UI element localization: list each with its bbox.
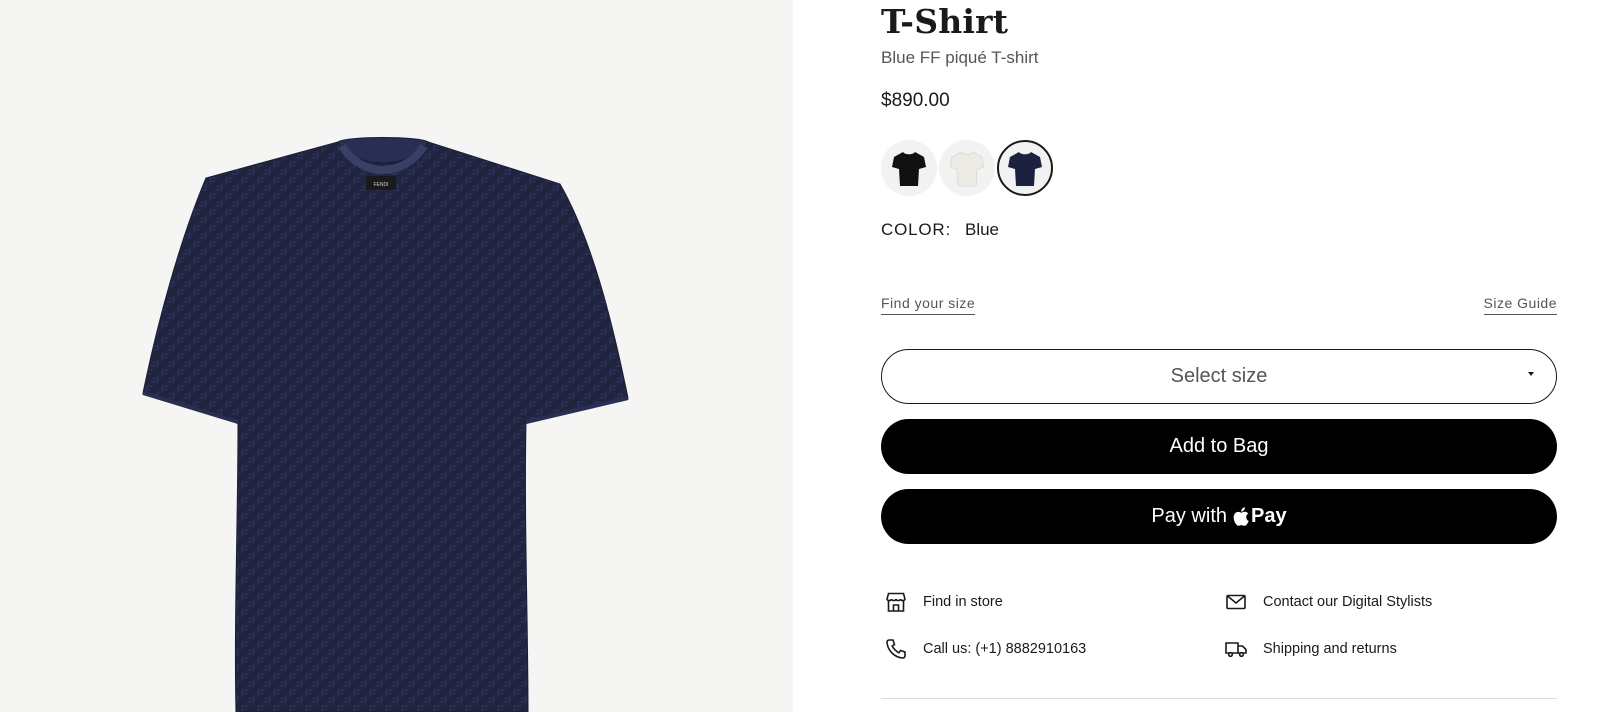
truck-icon (1223, 636, 1249, 662)
call-us-link[interactable]: Call us: (+1) 8882910163 (883, 636, 1086, 662)
size-guide-link[interactable]: Size Guide (1483, 295, 1557, 315)
call-us-label: Call us: (+1) 8882910163 (923, 641, 1087, 657)
add-to-bag-label: Add to Bag (1169, 435, 1269, 457)
product-subtitle: Blue FF piqué T-shirt (881, 48, 1039, 67)
color-label: COLOR: (881, 220, 951, 239)
find-your-size-link[interactable]: Find your size (881, 295, 976, 315)
color-selection: COLOR: Blue (881, 220, 999, 240)
product-info-panel: T-Shirt Blue FF piqué T-shirt $890.00 CO… (881, 0, 1557, 712)
tshirt-black-thumbnail (892, 152, 926, 186)
swatch-blue[interactable] (997, 140, 1053, 196)
phone-icon (883, 636, 909, 662)
apple-pay-button[interactable]: Pay with Pay (881, 489, 1557, 544)
neck-label-text: FENDI (374, 182, 389, 188)
apple-pay-text: Pay (1251, 505, 1287, 527)
envelope-icon (1223, 589, 1249, 615)
product-price: $890.00 (881, 90, 950, 111)
add-to-bag-button[interactable]: Add to Bag (881, 419, 1557, 474)
swatch-white[interactable] (939, 140, 995, 196)
apple-icon (1233, 507, 1249, 526)
swatch-black[interactable] (881, 140, 937, 196)
apple-pay-logo: Pay (1233, 505, 1287, 528)
tshirt-blue-thumbnail (1008, 152, 1042, 186)
caret-down-icon (1528, 372, 1534, 376)
find-in-store-link[interactable]: Find in store (883, 589, 1003, 615)
section-divider (881, 698, 1557, 699)
find-in-store-label: Find in store (923, 594, 1003, 610)
color-swatches (881, 140, 1053, 196)
color-value: Blue (964, 220, 1000, 239)
shipping-returns-label: Shipping and returns (1263, 641, 1397, 657)
size-select-placeholder: Select size (1170, 365, 1268, 387)
product-image-tshirt: FENDI (142, 137, 629, 712)
shipping-returns-link[interactable]: Shipping and returns (1223, 636, 1397, 662)
contact-stylists-label: Contact our Digital Stylists (1263, 594, 1433, 610)
product-image-gallery[interactable]: FENDI (0, 0, 793, 712)
pay-with-label: Pay with (1151, 505, 1227, 527)
tshirt-white-thumbnail (949, 151, 985, 187)
size-select-dropdown[interactable]: Select size (881, 349, 1557, 404)
contact-stylists-link[interactable]: Contact our Digital Stylists (1223, 589, 1432, 615)
product-title: T-Shirt (881, 2, 1009, 41)
store-icon (883, 589, 909, 615)
